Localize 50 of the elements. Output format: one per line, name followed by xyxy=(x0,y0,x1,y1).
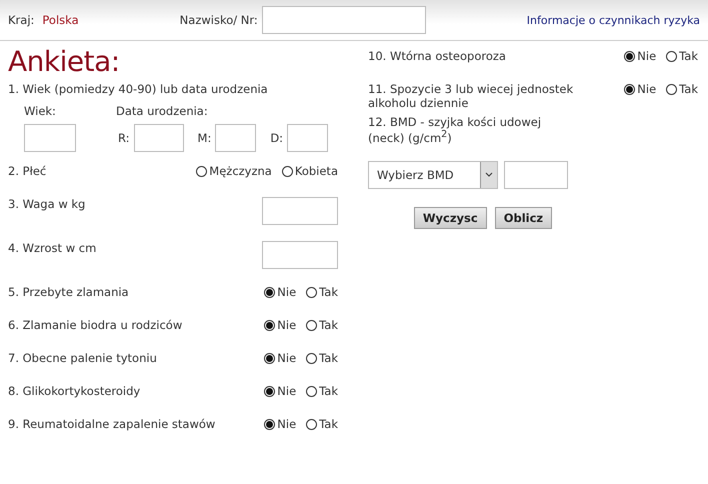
question-label: 10. Wtórna osteoporoza xyxy=(368,49,506,63)
input-field[interactable] xyxy=(287,124,328,152)
question-label: 2. Płeć xyxy=(8,164,46,178)
question-label: 6. Zlamanie biodra u rodziców xyxy=(8,318,182,332)
question-label: 12. BMD - szyjka kości udowej (neck) (g/cm$^{2}$) xyxy=(368,115,542,145)
question-label: 9. Reumatoidalne zapalenie stawów xyxy=(8,417,216,431)
radio-option[interactable]: Nie xyxy=(264,285,296,299)
radio-option[interactable]: Tak xyxy=(666,49,698,63)
input-field[interactable] xyxy=(504,160,568,189)
radio-option[interactable]: Tak xyxy=(306,417,338,431)
name-field[interactable] xyxy=(262,6,426,34)
radio-option[interactable]: Tak xyxy=(666,82,698,96)
country-label: Kraj: xyxy=(8,13,34,27)
radio-option[interactable]: Nie xyxy=(624,49,656,63)
question-label: 5. Przebyte zlamania xyxy=(8,285,129,299)
field-label: Data urodzenia: xyxy=(116,104,208,118)
radio-option[interactable]: Nie xyxy=(264,351,296,365)
radio-option[interactable]: Tak xyxy=(306,318,338,332)
radio-option[interactable]: Nie xyxy=(624,82,656,96)
radio-option[interactable]: Nie xyxy=(264,384,296,398)
radio-option[interactable]: Tak xyxy=(306,285,338,299)
radio-option[interactable]: Nie xyxy=(264,318,296,332)
caret-icon xyxy=(480,162,497,188)
form-title: Ankieta: xyxy=(8,45,121,78)
question-label: 3. Waga w kg xyxy=(8,197,86,211)
question-label: 1. Wiek (pomiedzy 40-90) lub data urodzenia xyxy=(8,82,269,96)
question-label: 7. Obecne palenie tytoniu xyxy=(8,351,157,365)
question-label: 4. Wzrost w cm xyxy=(8,241,96,255)
radio-option[interactable]: Kobieta xyxy=(282,164,338,178)
input-field[interactable] xyxy=(215,124,256,152)
radio-option[interactable]: Tak xyxy=(306,384,338,398)
field-label: Wiek: xyxy=(24,104,57,118)
form-button[interactable]: Oblicz xyxy=(494,206,552,229)
radio-option[interactable]: Mężczyzna xyxy=(196,164,272,178)
bmd-dropdown[interactable]: Wybierz BMD xyxy=(368,160,498,189)
question-label: 8. Glikokortykosteroidy xyxy=(8,384,140,398)
country-value: Polska xyxy=(42,13,79,27)
field-label: D: xyxy=(270,131,284,145)
field-label: M: xyxy=(198,131,212,145)
form-button[interactable]: Wyczysc xyxy=(414,206,487,229)
field-label: R: xyxy=(118,131,130,145)
radio-option[interactable]: Tak xyxy=(306,351,338,365)
input-field[interactable] xyxy=(262,197,338,225)
input-field[interactable] xyxy=(134,124,184,152)
input-field[interactable] xyxy=(262,241,338,269)
risk-info-link[interactable]: Informacje o czynnikach ryzyka xyxy=(526,14,700,26)
radio-option[interactable]: Nie xyxy=(264,417,296,431)
input-field[interactable] xyxy=(24,124,76,152)
question-label: 11. Spozycie 3 lub wiecej jednostek alkoholu dziennie xyxy=(368,82,574,110)
name-label: Nazwisko/ Nr: xyxy=(180,13,258,27)
